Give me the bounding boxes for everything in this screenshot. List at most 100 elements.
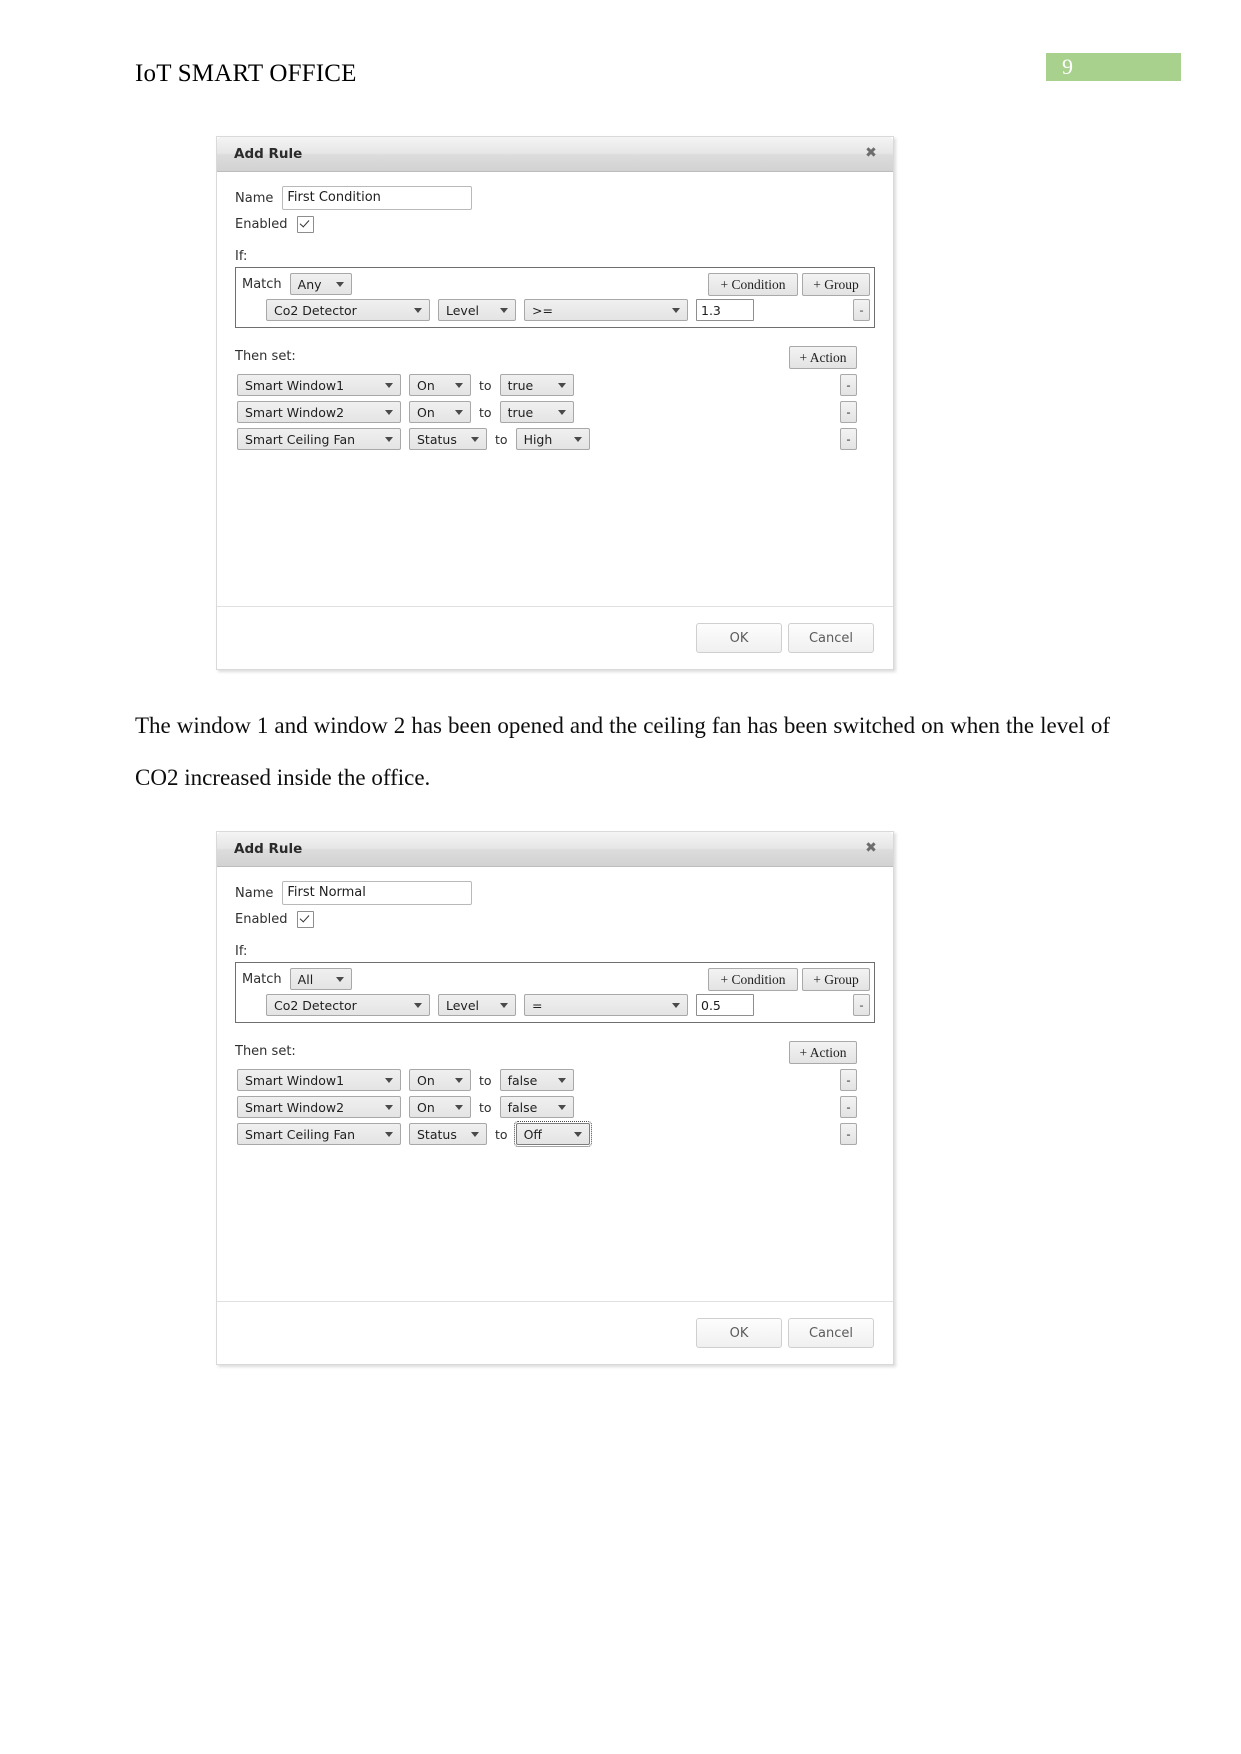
ok-button[interactable]: OK xyxy=(696,623,782,653)
enabled-checkbox[interactable] xyxy=(296,216,314,233)
condition-device-select[interactable]: Co2 Detector xyxy=(266,994,430,1016)
condition-property-value: Level xyxy=(446,997,479,1013)
condition-operator-select[interactable]: = xyxy=(524,994,688,1016)
action-value-select[interactable]: Off xyxy=(513,1121,592,1147)
condition-row: Co2 Detector Level = - xyxy=(266,994,870,1016)
chevron-down-icon xyxy=(385,437,393,442)
chevron-down-icon xyxy=(455,1105,463,1110)
chevron-down-icon xyxy=(455,1078,463,1083)
add-group-button[interactable]: + Group xyxy=(802,968,870,991)
dialog-spacer xyxy=(235,1145,875,1295)
condition-device-select[interactable]: Co2 Detector xyxy=(266,299,430,321)
remove-action-button[interactable]: - xyxy=(840,1096,857,1118)
dialog-title: Add Rule xyxy=(234,841,303,857)
action-property-select[interactable]: On xyxy=(409,374,471,396)
remove-condition-button[interactable]: - xyxy=(853,299,870,321)
action-value: true xyxy=(507,404,534,420)
rule-name-input[interactable] xyxy=(282,881,473,905)
name-row: Name xyxy=(235,881,875,905)
chevron-down-icon xyxy=(557,383,566,388)
add-action-button[interactable]: + Action xyxy=(789,346,857,369)
page-number: 9 xyxy=(1062,54,1073,79)
condition-operator-select[interactable]: >= xyxy=(524,299,688,321)
action-value: High xyxy=(523,431,553,447)
remove-action-button[interactable]: - xyxy=(840,428,857,450)
close-icon[interactable]: ✖ xyxy=(863,840,879,856)
rule-name-input[interactable] xyxy=(282,186,473,210)
action-device-select[interactable]: Smart Ceiling Fan xyxy=(237,428,401,450)
if-label: If: xyxy=(235,249,248,264)
chevron-down-icon xyxy=(500,1003,508,1008)
add-condition-button[interactable]: + Condition xyxy=(708,968,798,991)
action-property-select[interactable]: Status xyxy=(409,1123,487,1145)
then-set-label: Then set: xyxy=(235,1044,296,1059)
match-label: Match xyxy=(242,276,282,292)
condition-property-select[interactable]: Level xyxy=(438,994,516,1016)
to-label: to xyxy=(479,1072,492,1088)
enabled-checkbox[interactable] xyxy=(296,911,314,928)
action-property-select[interactable]: On xyxy=(409,401,471,423)
add-rule-dialog-1: Add Rule ✖ Name Enabled If: Match Any + … xyxy=(216,136,894,670)
action-device-value: Smart Ceiling Fan xyxy=(245,1126,356,1142)
action-property-value: Status xyxy=(417,1126,457,1142)
chevron-down-icon xyxy=(335,977,344,982)
dialog-titlebar: Add Rule ✖ xyxy=(217,832,893,867)
remove-action-button[interactable]: - xyxy=(840,401,857,423)
remove-action-button[interactable]: - xyxy=(840,374,857,396)
action-device-select[interactable]: Smart Window1 xyxy=(237,374,401,396)
dialog-body: Name Enabled If: Match Any + Condition +… xyxy=(217,172,893,600)
action-value: false xyxy=(507,1099,538,1115)
match-mode-select[interactable]: Any xyxy=(289,273,352,295)
chevron-down-icon xyxy=(385,383,393,388)
action-value-select[interactable]: false xyxy=(499,1069,574,1091)
if-label: If: xyxy=(235,944,248,959)
add-action-button[interactable]: + Action xyxy=(789,1041,857,1064)
condition-value-input[interactable] xyxy=(696,994,754,1016)
to-label: to xyxy=(479,404,492,420)
condition-operator-value: >= xyxy=(532,302,553,318)
chevron-down-icon xyxy=(573,437,582,442)
match-mode-value: Any xyxy=(297,276,322,292)
chevron-down-icon xyxy=(385,1105,393,1110)
close-icon[interactable]: ✖ xyxy=(863,145,879,161)
action-row: Smart Window1 On to false - xyxy=(237,1069,875,1091)
action-value-select[interactable]: true xyxy=(499,401,574,423)
cancel-button[interactable]: Cancel xyxy=(788,1318,874,1348)
enabled-label: Enabled xyxy=(235,217,288,232)
remove-action-button[interactable]: - xyxy=(840,1069,857,1091)
action-device-select[interactable]: Smart Window1 xyxy=(237,1069,401,1091)
page-number-badge: 9 xyxy=(1046,53,1181,81)
to-label: to xyxy=(495,431,508,447)
document-title: IoT SMART OFFICE xyxy=(135,60,357,87)
add-group-button[interactable]: + Group xyxy=(802,273,870,296)
action-value-select[interactable]: true xyxy=(499,374,574,396)
action-device-select[interactable]: Smart Ceiling Fan xyxy=(237,1123,401,1145)
enabled-label: Enabled xyxy=(235,912,288,927)
remove-action-button[interactable]: - xyxy=(840,1123,857,1145)
action-value-select[interactable]: false xyxy=(499,1096,574,1118)
action-property-select[interactable]: On xyxy=(409,1069,471,1091)
condition-value-input[interactable] xyxy=(696,299,754,321)
action-row: Smart Window2 On to false - xyxy=(237,1096,875,1118)
match-row: Match All + Condition + Group xyxy=(242,968,870,991)
condition-operator-value: = xyxy=(532,997,543,1013)
action-device-select[interactable]: Smart Window2 xyxy=(237,1096,401,1118)
chevron-down-icon xyxy=(455,410,463,415)
action-property-select[interactable]: On xyxy=(409,1096,471,1118)
condition-device-value: Co2 Detector xyxy=(274,997,357,1013)
action-row: Smart Ceiling Fan Status to Off - xyxy=(237,1121,875,1147)
dialog-footer: OK Cancel xyxy=(217,606,893,669)
ok-button[interactable]: OK xyxy=(696,1318,782,1348)
chevron-down-icon xyxy=(672,1003,680,1008)
add-condition-button[interactable]: + Condition xyxy=(708,273,798,296)
match-label: Match xyxy=(242,971,282,987)
chevron-down-icon xyxy=(672,308,680,313)
action-device-select[interactable]: Smart Window2 xyxy=(237,401,401,423)
cancel-button[interactable]: Cancel xyxy=(788,623,874,653)
match-mode-select[interactable]: All xyxy=(289,968,352,990)
condition-property-select[interactable]: Level xyxy=(438,299,516,321)
action-value-select[interactable]: High xyxy=(515,428,590,450)
remove-condition-button[interactable]: - xyxy=(853,994,870,1016)
action-property-select[interactable]: Status xyxy=(409,428,487,450)
chevron-down-icon xyxy=(471,1132,479,1137)
